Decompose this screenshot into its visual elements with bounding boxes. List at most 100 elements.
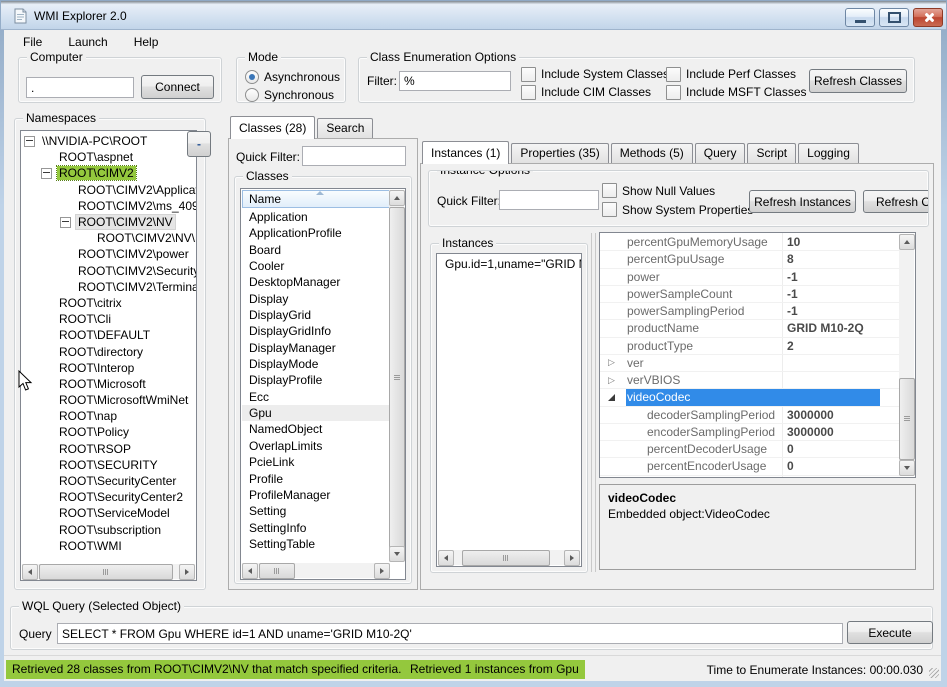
classes-tab[interactable]: Search (317, 118, 373, 138)
tree-node[interactable]: ROOT\citrix (21, 295, 196, 311)
tree-expander-icon[interactable] (24, 136, 35, 147)
enum-checkbox[interactable]: Include CIM Classes (521, 83, 666, 101)
instances-hscrollbar[interactable] (438, 550, 580, 565)
tree-node[interactable]: \\NVIDIA-PC\ROOT (21, 133, 196, 149)
maximize-button[interactable] (879, 8, 909, 27)
computer-input[interactable] (26, 77, 134, 98)
classes-vscroll-thumb[interactable] (389, 207, 405, 549)
mode-radio[interactable]: Asynchronous (245, 68, 340, 86)
class-list-item[interactable]: Setting (242, 503, 390, 519)
class-list-item[interactable]: PcieLink (242, 454, 390, 470)
classes-column-header[interactable]: Name (242, 190, 390, 208)
grid-vscroll-thumb[interactable] (899, 378, 915, 460)
classes-hscrollbar[interactable] (242, 563, 390, 578)
row-expander-icon[interactable] (608, 394, 615, 401)
tree-node[interactable]: ROOT\SecurityCenter (21, 473, 196, 489)
scroll-right-button[interactable] (179, 564, 195, 580)
class-list-item[interactable]: DisplayManager (242, 340, 390, 356)
enum-checkbox[interactable]: Include System Classes (521, 65, 666, 83)
class-list-item[interactable]: Gpu (242, 405, 390, 421)
property-grid-row[interactable]: powerSamplingPeriod -1 (600, 303, 900, 320)
instances-tab[interactable]: Script (747, 143, 796, 163)
tree-expander-icon[interactable] (41, 168, 52, 179)
property-grid-row[interactable]: verVBIOS (600, 372, 900, 389)
tree-hscrollbar[interactable] (22, 564, 195, 579)
property-grid-row[interactable]: power -1 (600, 269, 900, 286)
class-list-item[interactable]: Board (242, 242, 390, 258)
tree-node[interactable]: ROOT\CIMV2\power (21, 246, 196, 262)
tree-node[interactable]: ROOT\Policy (21, 424, 196, 440)
refresh-object-button[interactable]: Refresh Ob (863, 190, 929, 213)
class-list-item[interactable]: Profile (242, 471, 390, 487)
class-list-item[interactable]: DisplayGrid (242, 307, 390, 323)
class-list-item[interactable]: ProfileManager (242, 487, 390, 503)
property-grid-row[interactable]: decoderSamplingPeriod 3000000 (600, 407, 900, 424)
menu-item[interactable]: File (10, 32, 55, 52)
instances-tab[interactable]: Instances (1) (422, 141, 509, 164)
tree-node[interactable]: ROOT\nap (21, 408, 196, 424)
tree-node[interactable]: ROOT\aspnet (21, 149, 196, 165)
property-grid-row[interactable]: percentGpuMemoryUsage 10 (600, 234, 900, 251)
close-button[interactable] (913, 8, 943, 27)
property-grid-row[interactable]: videoCodec (600, 389, 900, 406)
class-list-item[interactable]: SettingInfo (242, 520, 390, 536)
scroll-up-button[interactable] (899, 234, 915, 250)
tree-node[interactable]: ROOT\CIMV2 (21, 165, 196, 181)
property-grid-row[interactable]: percentDecoderUsage 0 (600, 441, 900, 458)
tree-hscroll-thumb[interactable] (39, 564, 173, 580)
refresh-classes-button[interactable]: Refresh Classes (809, 69, 907, 93)
classes-list[interactable]: Name ApplicationApplicationProfileBoardC… (240, 188, 406, 580)
tree-node[interactable]: ROOT\CIMV2\ms_409 (21, 198, 196, 214)
tree-node[interactable]: ROOT\RSOP (21, 441, 196, 457)
property-grid-row[interactable]: percentEncoderUsage 0 (600, 458, 900, 475)
scroll-left-button[interactable] (242, 563, 258, 579)
class-list-item[interactable]: NamedObject (242, 421, 390, 437)
instances-tab[interactable]: Logging (798, 143, 859, 163)
tree-node[interactable]: ROOT\MicrosoftWmiNet (21, 392, 196, 408)
collapse-tree-button[interactable]: - (187, 131, 211, 157)
mode-radio[interactable]: Synchronous (245, 86, 340, 104)
scroll-right-button[interactable] (564, 550, 580, 566)
titlebar[interactable]: WMI Explorer 2.0 (1, 1, 946, 30)
class-list-item[interactable]: Application (242, 209, 390, 225)
property-grid-row[interactable]: productType 2 (600, 338, 900, 355)
scroll-left-button[interactable] (438, 550, 454, 566)
property-grid[interactable]: percentGpuMemoryUsage 10 percentGpuUsage… (599, 232, 916, 478)
class-filter-input[interactable] (399, 71, 511, 91)
tree-node[interactable]: ROOT\Microsoft (21, 376, 196, 392)
resize-grip[interactable] (929, 668, 939, 678)
tree-node[interactable]: ROOT\CIMV2\NV\Ever (21, 230, 196, 246)
classes-tab[interactable]: Classes (28) (230, 116, 315, 139)
minimize-button[interactable] (845, 8, 875, 27)
tree-expander-icon[interactable] (60, 217, 71, 228)
enum-checkbox[interactable]: Include MSFT Classes (666, 83, 811, 101)
instances-quick-filter-input[interactable] (499, 190, 599, 210)
refresh-instances-button[interactable]: Refresh Instances (749, 190, 856, 213)
tree-node[interactable]: ROOT\CIMV2\Applications (21, 182, 196, 198)
instances-tab[interactable]: Query (695, 143, 746, 163)
tree-node[interactable]: ROOT\SECURITY (21, 457, 196, 473)
scroll-left-button[interactable] (22, 564, 38, 580)
instances-tab[interactable]: Properties (35) (511, 143, 608, 163)
class-list-item[interactable]: DisplayMode (242, 356, 390, 372)
tree-node[interactable]: ROOT\Cli (21, 311, 196, 327)
tree-node[interactable]: ROOT\subscription (21, 522, 196, 538)
scroll-right-button[interactable] (374, 563, 390, 579)
class-list-item[interactable]: DisplayGridInfo (242, 323, 390, 339)
scroll-down-button[interactable] (389, 546, 405, 562)
classes-vscrollbar[interactable] (389, 190, 404, 562)
class-list-item[interactable]: DisplayProfile (242, 372, 390, 388)
execute-button[interactable]: Execute (847, 621, 933, 644)
instances-tab[interactable]: Methods (5) (611, 143, 693, 163)
instances-list[interactable]: Gpu.id=1,uname="GRID M10- (436, 253, 582, 567)
menu-item[interactable]: Launch (55, 32, 120, 52)
instance-option-checkbox[interactable]: Show System Properties (602, 200, 753, 219)
row-expander-icon[interactable] (608, 358, 615, 367)
class-list-item[interactable]: Display (242, 291, 390, 307)
enum-checkbox[interactable]: Include Perf Classes (666, 65, 811, 83)
menu-item[interactable]: Help (121, 32, 172, 52)
class-list-item[interactable]: OverlapLimits (242, 438, 390, 454)
tree-node[interactable]: ROOT\directory (21, 343, 196, 359)
row-expander-icon[interactable] (608, 376, 615, 385)
scroll-up-button[interactable] (389, 190, 405, 206)
